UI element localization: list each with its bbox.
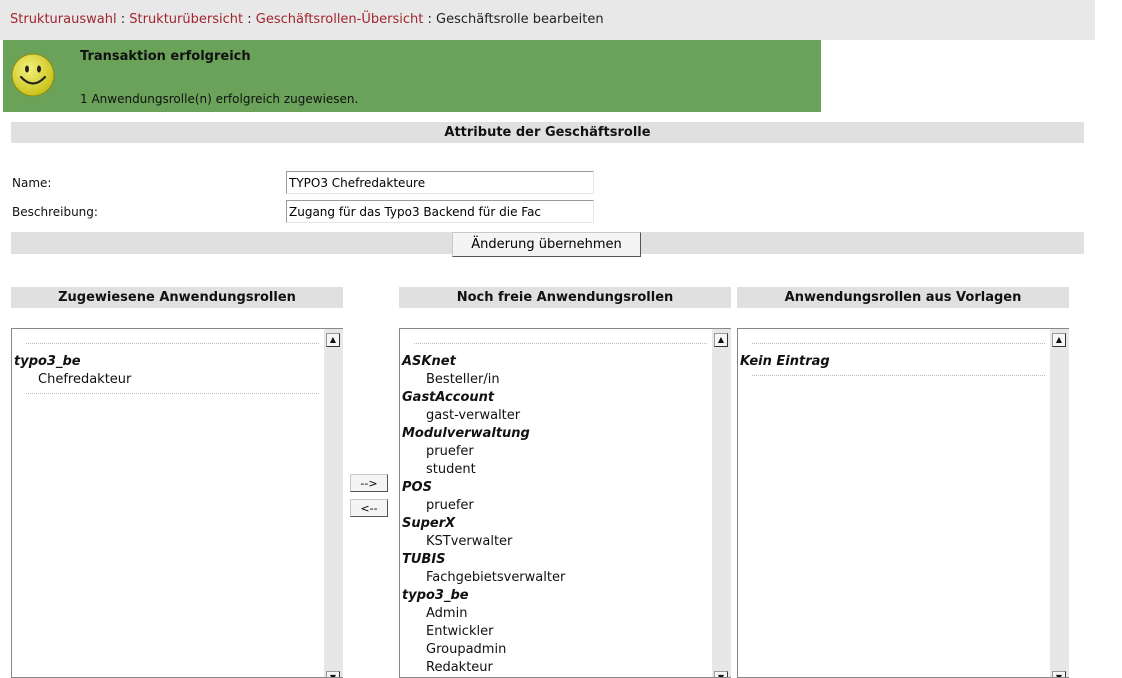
role-group-modulverwaltung: Modulverwaltung <box>402 426 530 441</box>
role-group-asknet: ASKnet <box>402 354 456 369</box>
name-label: Name: <box>12 176 52 190</box>
breadcrumb-link-geschaeftsrollen-uebersicht[interactable]: Geschäftsrollen-Übersicht <box>256 12 424 27</box>
list-divider <box>414 343 707 344</box>
role-option-kstverwalter[interactable]: KSTverwalter <box>400 533 709 551</box>
scroll-down-arrow-icon[interactable]: ▼ <box>714 671 728 677</box>
attributes-header: Attribute der Geschäftsrolle <box>11 122 1084 143</box>
breadcrumb-separator: : <box>247 12 252 27</box>
role-option-redakteur[interactable]: Redakteur <box>400 659 709 677</box>
add-role-button[interactable]: --> <box>350 474 388 492</box>
scroll-down-arrow-icon[interactable]: ▼ <box>326 671 340 677</box>
breadcrumb-link-strukturauswahl[interactable]: Strukturauswahl <box>10 12 117 27</box>
scrollbar[interactable] <box>324 329 343 677</box>
template-roles-list[interactable]: ▲ ▼ Kein Eintrag <box>737 328 1069 678</box>
role-group-gastaccount: GastAccount <box>402 390 495 405</box>
role-option-chefredakteur[interactable]: Chefredakteur <box>12 371 321 389</box>
breadcrumb-separator: : <box>427 12 432 27</box>
list-divider <box>26 393 319 394</box>
scroll-up-arrow-icon[interactable]: ▲ <box>326 333 340 347</box>
scroll-down-arrow-icon[interactable]: ▼ <box>1052 671 1066 677</box>
message-title: Transaktion erfolgreich <box>80 49 251 64</box>
apply-changes-button[interactable]: Änderung übernehmen <box>452 232 641 257</box>
smiley-icon <box>11 53 55 97</box>
role-option-entwickler[interactable]: Entwickler <box>400 623 709 641</box>
description-field[interactable] <box>286 200 594 223</box>
role-option-pos-pruefer[interactable]: pruefer <box>400 497 709 515</box>
free-roles-header: Noch freie Anwendungsrollen <box>399 287 731 308</box>
role-option-fachgebietsverwalter[interactable]: Fachgebietsverwalter <box>400 569 709 587</box>
role-option-student[interactable]: student <box>400 461 709 479</box>
breadcrumb-separator: : <box>120 12 126 27</box>
remove-role-button[interactable]: <-- <box>350 499 388 517</box>
free-roles-list[interactable]: ▲ ▼ ASKnet Besteller/in GastAccount gast… <box>399 328 731 678</box>
role-option-gast-verwalter[interactable]: gast-verwalter <box>400 407 709 425</box>
role-group-pos: POS <box>402 480 432 495</box>
list-divider <box>26 343 319 344</box>
assigned-roles-list[interactable]: ▲ ▼ typo3_be Chefredakteur <box>11 328 343 678</box>
name-field[interactable] <box>286 171 594 194</box>
scroll-up-arrow-icon[interactable]: ▲ <box>714 333 728 347</box>
role-group-typo3-be: typo3_be <box>14 354 81 369</box>
description-label: Beschreibung: <box>12 205 98 219</box>
role-group-superx: SuperX <box>402 516 456 531</box>
list-divider <box>752 343 1045 344</box>
template-roles-header: Anwendungsrollen aus Vorlagen <box>737 287 1069 308</box>
scroll-up-arrow-icon[interactable]: ▲ <box>1052 333 1066 347</box>
role-option-admin[interactable]: Admin <box>400 605 709 623</box>
breadcrumb: Strukturauswahl : Strukturübersicht : Ge… <box>0 0 1095 40</box>
breadcrumb-current: Geschäftsrolle bearbeiten <box>436 12 604 27</box>
success-message: Transaktion erfolgreich 1 Anwendungsroll… <box>3 40 821 112</box>
breadcrumb-link-strukturuebersicht[interactable]: Strukturübersicht <box>129 12 243 27</box>
scrollbar[interactable] <box>712 329 731 677</box>
role-option-groupadmin[interactable]: Groupadmin <box>400 641 709 659</box>
role-group-typo3-be: typo3_be <box>402 588 469 603</box>
role-option-pruefer[interactable]: pruefer <box>400 443 709 461</box>
list-divider <box>752 375 1045 376</box>
role-group-tubis: TUBIS <box>402 552 446 567</box>
role-option-besteller[interactable]: Besteller/in <box>400 371 709 389</box>
assigned-roles-header: Zugewiesene Anwendungsrollen <box>11 287 343 308</box>
empty-entry-label: Kein Eintrag <box>740 354 830 369</box>
message-text: 1 Anwendungsrolle(n) erfolgreich zugewie… <box>80 92 359 106</box>
scrollbar[interactable] <box>1050 329 1069 677</box>
